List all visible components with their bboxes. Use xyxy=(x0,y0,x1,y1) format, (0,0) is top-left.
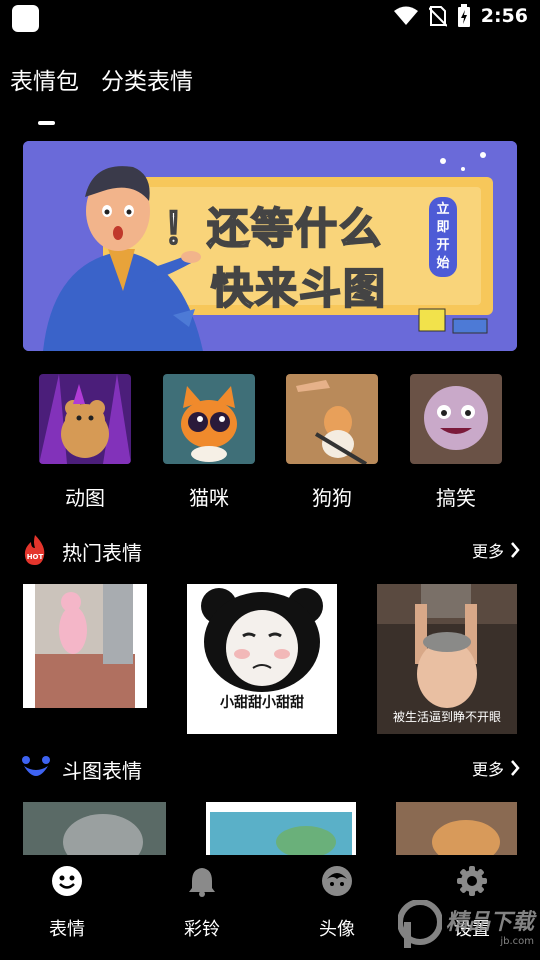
category-funny-image xyxy=(410,374,502,464)
watermark-logo-icon xyxy=(397,900,442,948)
category-animated[interactable]: 动图 xyxy=(39,374,131,511)
category-cat-image xyxy=(163,374,255,464)
bottom-nav: 表情 彩铃 头像 设置 精品下载 jb.com xyxy=(0,855,540,960)
hot-section-header: HOT 热门表情 更多 xyxy=(22,534,520,568)
battle-section-title: 斗图表情 xyxy=(62,759,142,783)
hot-more-label: 更多 xyxy=(471,542,504,561)
hot-section-title: 热门表情 xyxy=(62,541,142,565)
category-animated-image xyxy=(39,374,131,464)
nav-ringtone-label: 彩铃 xyxy=(184,919,220,940)
top-tabs: 表情包 分类表情 xyxy=(10,62,193,96)
nav-emoji[interactable]: 表情 xyxy=(27,865,107,941)
banner-badge: 立即开始 xyxy=(436,202,450,271)
promo-banner[interactable]: ！还等什么 快来斗图 立即开始 xyxy=(23,141,517,351)
category-funny[interactable]: 搞笑 xyxy=(410,374,502,511)
battle-smile-icon xyxy=(22,756,50,776)
battle-emoji-2[interactable] xyxy=(206,802,356,855)
battle-emoji-1[interactable] xyxy=(23,802,166,855)
hot-emoji-2[interactable]: 小甜甜小甜甜 xyxy=(187,584,337,734)
category-animated-label: 动图 xyxy=(65,486,105,510)
tab-indicator xyxy=(38,121,55,125)
status-bar: 2:56 xyxy=(0,0,540,38)
category-dog-image xyxy=(286,374,378,464)
hot-emoji-3-caption: 被生活逼到睁不开眼 xyxy=(392,710,501,724)
watermark-sub: jb.com xyxy=(500,935,534,947)
chevron-right-icon xyxy=(511,760,520,776)
bell-icon xyxy=(189,868,215,897)
battle-emoji-3[interactable] xyxy=(396,802,517,855)
banner-headline-2: 快来斗图 xyxy=(210,263,388,314)
gear-icon xyxy=(457,866,487,896)
category-cat[interactable]: 猫咪 xyxy=(163,374,255,511)
category-funny-label: 搞笑 xyxy=(436,486,476,510)
nav-avatar-label: 头像 xyxy=(319,919,355,940)
category-dog[interactable]: 狗狗 xyxy=(286,374,378,511)
svg-text:HOT: HOT xyxy=(27,553,44,561)
chevron-right-icon xyxy=(511,542,520,558)
avatar-icon xyxy=(322,866,352,896)
watermark-text: 精品下载 xyxy=(445,909,534,935)
category-dog-label: 狗狗 xyxy=(312,486,352,510)
battle-more-button[interactable]: 更多 xyxy=(472,756,520,780)
category-cat-label: 猫咪 xyxy=(189,486,229,510)
hot-emoji-2-caption: 小甜甜小甜甜 xyxy=(220,695,304,711)
app-icon xyxy=(12,5,39,32)
hot-emoji-1[interactable] xyxy=(23,584,147,708)
tab-emoji-packs[interactable]: 表情包 xyxy=(10,62,79,96)
banner-headline-1: ！还等什么 xyxy=(162,203,384,254)
wifi-icon xyxy=(393,6,418,25)
watermark: 精品下载 jb.com xyxy=(397,900,534,950)
nav-ringtone[interactable]: 彩铃 xyxy=(162,865,242,941)
battery-charging-icon xyxy=(457,4,470,27)
hot-fire-icon: HOT xyxy=(24,535,45,565)
tab-category-emoji[interactable]: 分类表情 xyxy=(101,62,193,96)
battle-section-header: 斗图表情 更多 xyxy=(22,752,520,786)
nav-emoji-label: 表情 xyxy=(49,919,85,940)
nav-avatar[interactable]: 头像 xyxy=(297,865,377,941)
hot-more-button[interactable]: 更多 xyxy=(472,538,520,562)
no-sim-icon xyxy=(428,6,447,27)
battle-more-label: 更多 xyxy=(471,760,504,779)
hot-emoji-3[interactable]: 被生活逼到睁不开眼 xyxy=(377,584,517,734)
clock: 2:56 xyxy=(480,5,528,27)
smiley-icon xyxy=(52,866,82,896)
